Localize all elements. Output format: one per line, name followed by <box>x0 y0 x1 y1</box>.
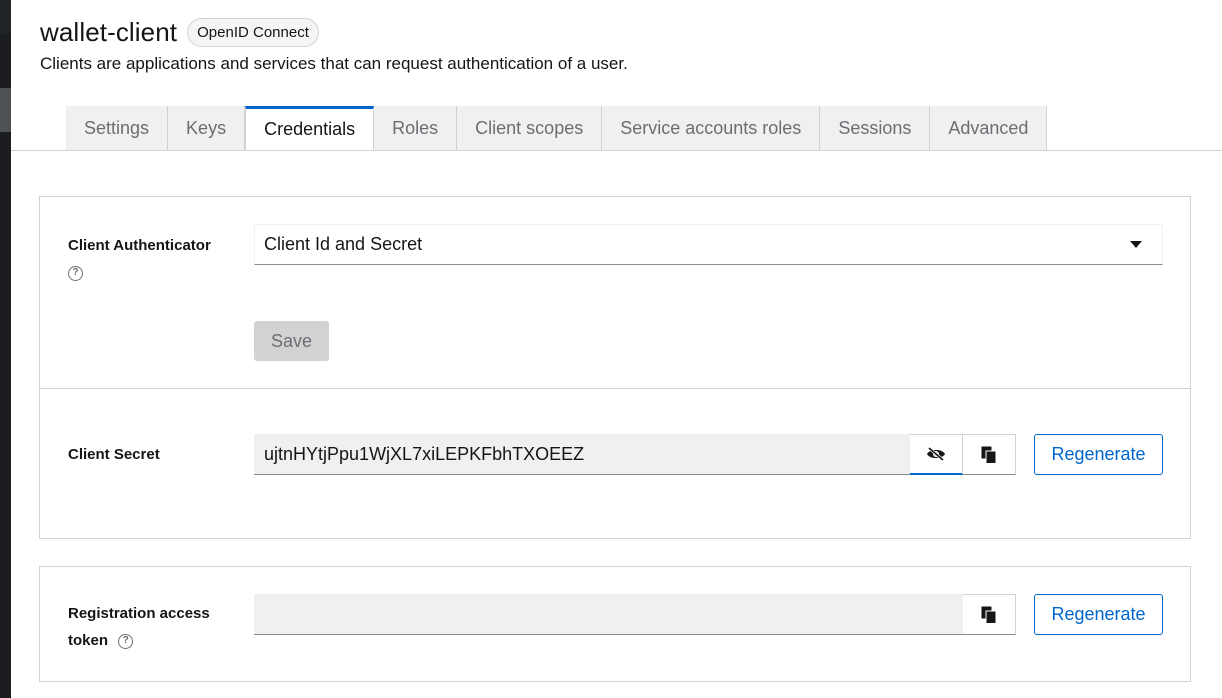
tab-advanced[interactable]: Advanced <box>930 106 1048 151</box>
registration-token-card: Registration access token ? Regenerate <box>39 566 1191 682</box>
tab-divider <box>11 150 1222 151</box>
sidebar-edge-segment-active <box>0 88 11 132</box>
tab-credentials[interactable]: Credentials <box>245 106 375 151</box>
help-circle-icon[interactable]: ? <box>68 265 83 281</box>
registration-token-label: Registration access token ? <box>68 600 210 654</box>
copy-secret-button[interactable] <box>963 434 1016 475</box>
copy-icon <box>981 606 996 623</box>
section-divider <box>40 388 1190 389</box>
credentials-card: Client Authenticator ? Client Id and Sec… <box>39 196 1191 539</box>
registration-token-input[interactable] <box>254 594 963 635</box>
save-button[interactable]: Save <box>254 321 329 361</box>
client-secret-group: ujtnHYtjPpu1WjXL7xiLEPKFbhTXOEEZ <box>254 434 1016 475</box>
copy-icon <box>981 446 996 463</box>
page-title: wallet-client <box>40 16 178 47</box>
copy-token-button[interactable] <box>963 594 1016 635</box>
page-header: wallet-client OpenID Connect Clients are… <box>40 14 1222 74</box>
tab-client-scopes[interactable]: Client scopes <box>457 106 603 151</box>
tab-keys[interactable]: Keys <box>168 106 246 151</box>
regenerate-secret-button[interactable]: Regenerate <box>1034 434 1163 475</box>
client-authenticator-label: Client Authenticator ? <box>68 232 211 286</box>
eye-slash-icon <box>927 447 945 461</box>
help-circle-icon[interactable]: ? <box>118 633 134 649</box>
protocol-badge: OpenID Connect <box>187 17 319 47</box>
client-secret-input[interactable]: ujtnHYtjPpu1WjXL7xiLEPKFbhTXOEEZ <box>254 434 910 475</box>
client-authenticator-text: Client Authenticator <box>68 237 211 254</box>
page-subtitle: Clients are applications and services th… <box>40 54 628 73</box>
registration-token-group <box>254 594 1016 635</box>
client-secret-label: Client Secret <box>68 446 160 463</box>
client-authenticator-select[interactable]: Client Id and Secret <box>254 224 1163 265</box>
registration-token-text-1: Registration access <box>68 605 210 622</box>
regenerate-token-button[interactable]: Regenerate <box>1034 594 1163 635</box>
tab-bar: Settings Keys Credentials Roles Client s… <box>66 106 1048 151</box>
tab-service-accounts-roles[interactable]: Service accounts roles <box>602 106 821 151</box>
title-row: wallet-client OpenID Connect <box>40 14 1222 50</box>
registration-token-text-2: token <box>68 632 109 649</box>
tab-settings[interactable]: Settings <box>66 106 169 151</box>
toggle-visibility-button[interactable] <box>910 434 963 475</box>
sidebar-edge <box>0 0 11 698</box>
tab-roles[interactable]: Roles <box>374 106 458 151</box>
client-authenticator-value: Client Id and Secret <box>264 234 423 254</box>
sidebar-edge-segment <box>0 0 11 34</box>
caret-down-icon <box>1130 241 1142 248</box>
tab-sessions[interactable]: Sessions <box>820 106 931 151</box>
